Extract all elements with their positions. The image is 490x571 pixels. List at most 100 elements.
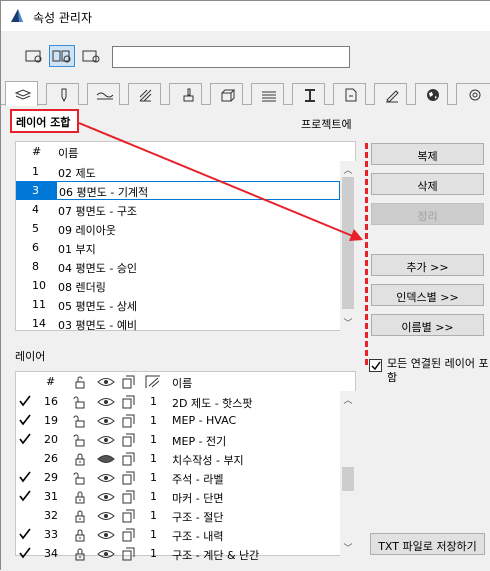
layer-row[interactable]: 16 1 2D 제도 - 핫스팟 bbox=[16, 392, 340, 411]
layer-check-icon[interactable] bbox=[18, 527, 32, 541]
tab-layers[interactable] bbox=[5, 81, 38, 106]
layers-scroll-down-arrow[interactable]: ﹀ bbox=[343, 541, 353, 554]
eye-icon[interactable] bbox=[96, 527, 116, 543]
layer-check-icon[interactable] bbox=[18, 546, 32, 560]
eye-icon[interactable] bbox=[96, 432, 116, 448]
wireframe-icon[interactable] bbox=[120, 470, 136, 486]
combinations-scrollbar[interactable]: ︿ ﹀ bbox=[340, 161, 356, 331]
cleanup-button[interactable]: 정리 bbox=[371, 203, 484, 225]
scrollbar-thumb[interactable] bbox=[342, 177, 354, 309]
wireframe-icon[interactable] bbox=[120, 394, 136, 410]
wireframe-icon[interactable] bbox=[120, 527, 136, 543]
combination-num: 3 bbox=[32, 184, 39, 197]
by-name-button[interactable]: 이름별 >> bbox=[371, 314, 484, 336]
layer-row[interactable]: 33 1 구조 - 내력 bbox=[16, 525, 340, 544]
unlock-icon[interactable] bbox=[72, 432, 88, 448]
tab-surfaces[interactable] bbox=[169, 83, 202, 105]
layer-intersection-group[interactable]: 1 bbox=[150, 547, 157, 560]
rename-edit-field[interactable]: 06 평면도 - 기계적 bbox=[56, 181, 340, 200]
layer-intersection-group[interactable]: 1 bbox=[150, 433, 157, 446]
layer-num: 33 bbox=[44, 528, 58, 541]
layer-row[interactable]: 19 1 MEP - HVAC bbox=[16, 411, 340, 430]
combinations-list[interactable]: # 이름 1 02 제도 3 06 평면도 - 기계적 4 07 평면도 - 구조 5 09 … bbox=[15, 141, 356, 333]
combination-row[interactable]: 4 07 평면도 - 구조 bbox=[16, 200, 340, 219]
tab-pens[interactable] bbox=[46, 83, 79, 105]
tab-zones[interactable] bbox=[333, 83, 366, 105]
tab-environment[interactable] bbox=[415, 83, 448, 105]
scroll-down-arrow[interactable]: ﹀ bbox=[343, 316, 353, 329]
by-index-button[interactable]: 인덱스별 >> bbox=[371, 284, 484, 306]
delete-button[interactable]: 삭제 bbox=[371, 173, 484, 195]
tab-operation[interactable] bbox=[456, 83, 490, 105]
save-txt-button[interactable]: TXT 파일로 저장하기 bbox=[370, 533, 485, 555]
layer-row[interactable]: 31 1 마커 - 단면 bbox=[16, 487, 340, 506]
combination-row[interactable]: 6 01 부지 bbox=[16, 238, 340, 257]
view-detail-button[interactable] bbox=[78, 45, 104, 67]
wireframe-icon[interactable] bbox=[120, 432, 136, 448]
hidden-eye-icon[interactable] bbox=[96, 451, 116, 467]
wireframe-icon[interactable] bbox=[120, 413, 136, 429]
wireframe-icon[interactable] bbox=[120, 489, 136, 505]
unlock-icon[interactable] bbox=[72, 413, 88, 429]
add-button[interactable]: 추가 >> bbox=[371, 254, 484, 276]
layers-scrollbar[interactable]: ︿ ﹀ bbox=[340, 391, 356, 556]
combination-row[interactable]: 5 09 레이아웃 bbox=[16, 219, 340, 238]
duplicate-button[interactable]: 복제 bbox=[371, 143, 484, 165]
eye-icon[interactable] bbox=[96, 508, 116, 524]
layer-row[interactable]: 34 1 구조 - 계단 & 난간 bbox=[16, 544, 340, 563]
layer-intersection-group[interactable]: 1 bbox=[150, 490, 157, 503]
eye-icon[interactable] bbox=[96, 546, 116, 562]
lock-icon[interactable] bbox=[72, 508, 88, 524]
tab-composites[interactable] bbox=[251, 83, 284, 105]
unlock-icon[interactable] bbox=[72, 470, 88, 486]
layer-intersection-group[interactable]: 1 bbox=[150, 414, 157, 427]
tab-building-materials[interactable] bbox=[210, 83, 243, 105]
eye-icon[interactable] bbox=[96, 470, 116, 486]
combination-row[interactable]: 14 03 평면도 - 예비 bbox=[16, 314, 340, 333]
combination-row[interactable]: 10 08 렌더링 bbox=[16, 276, 340, 295]
unlock-icon[interactable] bbox=[72, 394, 88, 410]
eye-icon[interactable] bbox=[96, 413, 116, 429]
layer-check-icon[interactable] bbox=[18, 489, 32, 503]
layer-row[interactable]: 20 1 MEP - 전기 bbox=[16, 430, 340, 449]
wireframe-icon[interactable] bbox=[120, 451, 136, 467]
lock-icon[interactable] bbox=[72, 451, 88, 467]
view-split-button[interactable] bbox=[49, 45, 75, 67]
combination-row[interactable]: 1 02 제도 bbox=[16, 162, 340, 181]
include-all-checkbox[interactable] bbox=[369, 359, 382, 372]
search-input[interactable] bbox=[112, 46, 350, 68]
lock-icon[interactable] bbox=[72, 489, 88, 505]
layers-scrollbar-thumb[interactable] bbox=[342, 467, 354, 491]
layer-intersection-group[interactable]: 1 bbox=[150, 509, 157, 522]
view-list-button[interactable] bbox=[21, 45, 47, 67]
layer-intersection-group[interactable]: 1 bbox=[150, 452, 157, 465]
layer-row[interactable]: 26 1 치수작성 - 부지 bbox=[16, 449, 340, 468]
layer-num: 31 bbox=[44, 490, 58, 503]
layer-check-icon[interactable] bbox=[18, 432, 32, 446]
tab-markup[interactable] bbox=[374, 83, 407, 105]
scroll-up-arrow[interactable]: ︿ bbox=[343, 163, 353, 176]
layers-list[interactable]: # 이름 16 1 2D 제도 - 핫스팟 19 1 MEP - HVAC 20 1 MEP -… bbox=[15, 371, 356, 562]
wireframe-icon[interactable] bbox=[120, 546, 136, 562]
combination-row[interactable]: 8 04 평면도 - 승인 bbox=[16, 257, 340, 276]
layer-check-icon[interactable] bbox=[18, 394, 32, 408]
tab-profiles[interactable] bbox=[292, 83, 325, 105]
layer-intersection-group[interactable]: 1 bbox=[150, 471, 157, 484]
lock-icon[interactable] bbox=[72, 527, 88, 543]
layer-check-icon[interactable] bbox=[18, 470, 32, 484]
layer-row[interactable]: 32 1 구조 - 절단 bbox=[16, 506, 340, 525]
layers-scroll-up-arrow[interactable]: ︿ bbox=[343, 393, 353, 406]
eye-icon[interactable] bbox=[96, 489, 116, 505]
lock-icon[interactable] bbox=[72, 546, 88, 562]
combination-row[interactable]: 3 06 평면도 - 기계적 bbox=[16, 181, 340, 200]
tab-line-types[interactable] bbox=[87, 83, 120, 105]
layer-check-icon[interactable] bbox=[18, 413, 32, 427]
layer-intersection-group[interactable]: 1 bbox=[150, 528, 157, 541]
layer-row[interactable]: 29 1 주석 - 라벨 bbox=[16, 468, 340, 487]
wireframe-icon[interactable] bbox=[120, 508, 136, 524]
eye-icon[interactable] bbox=[96, 394, 116, 410]
archicad-app-icon bbox=[11, 9, 23, 22]
layer-intersection-group[interactable]: 1 bbox=[150, 395, 157, 408]
tab-fills[interactable] bbox=[128, 83, 161, 105]
combination-row[interactable]: 11 05 평면도 - 상세 bbox=[16, 295, 340, 314]
